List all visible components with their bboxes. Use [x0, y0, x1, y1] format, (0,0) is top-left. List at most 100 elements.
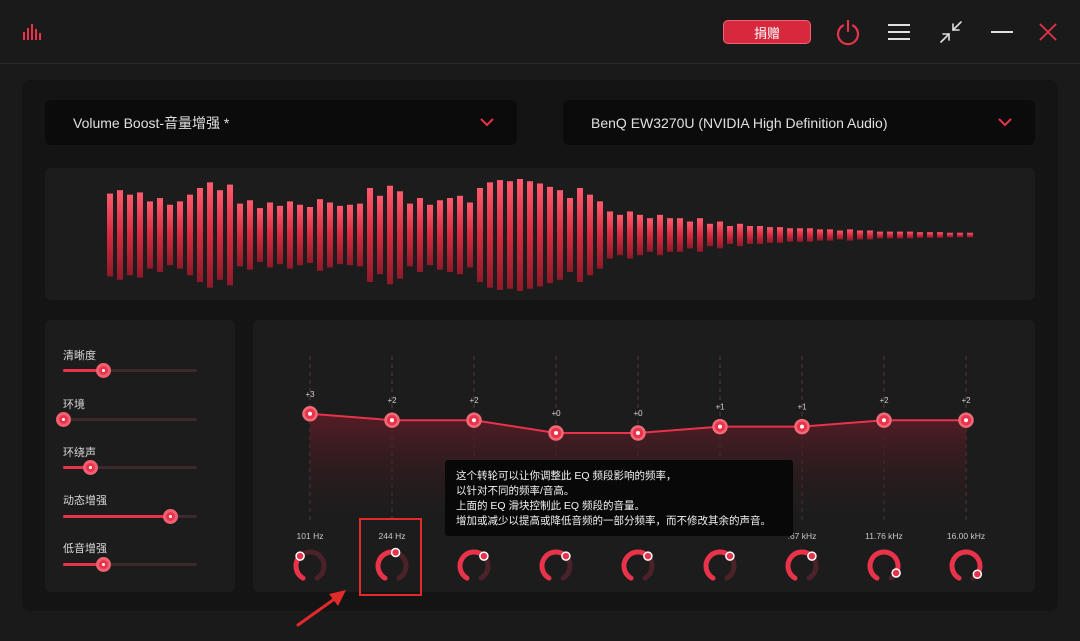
- eq-gain-label: +2: [961, 396, 971, 405]
- slider-label-clarity: 清晰度: [63, 350, 96, 362]
- waveform-bar: [807, 228, 813, 242]
- waveform-bar: [577, 187, 583, 283]
- eq-frequency-dial-knob[interactable]: [479, 551, 489, 561]
- eq-gain-label: +2: [469, 396, 479, 405]
- eq-frequency-label: 11.76 kHz: [865, 531, 903, 541]
- waveform-bar: [737, 223, 743, 247]
- waveform-bar: [347, 204, 353, 266]
- waveform-bar: [727, 226, 733, 244]
- waveform-bar: [427, 204, 433, 266]
- slider-knob[interactable]: [96, 363, 112, 378]
- slider-dynamic-boost[interactable]: [63, 509, 197, 524]
- menu-icon[interactable]: [883, 16, 915, 48]
- waveform-bar: [777, 227, 783, 243]
- minimize-icon[interactable]: [986, 16, 1018, 48]
- eq-dial-tooltip: 这个转轮可以让你调整此 EQ 频段影响的频率， 以针对不同的频率/音高。 上面的…: [445, 460, 793, 536]
- waveform-bar: [767, 227, 773, 243]
- eq-gain-label: +2: [879, 396, 889, 405]
- waveform-bar: [117, 190, 123, 280]
- eq-frequency-dial-knob[interactable]: [561, 551, 571, 561]
- waveform-bar: [257, 208, 263, 262]
- waveform-bar: [267, 202, 273, 268]
- eq-frequency-label: 101 Hz: [297, 531, 324, 541]
- eq-gain-handle-dot: [390, 418, 394, 423]
- slider-knob[interactable]: [56, 412, 71, 427]
- waveform-bar: [477, 187, 483, 283]
- donate-button[interactable]: 捐赠: [723, 20, 811, 44]
- waveform-bar: [647, 218, 653, 252]
- waveform-bar: [937, 232, 943, 238]
- waveform-bar: [507, 181, 513, 289]
- waveform-bar: [377, 195, 383, 275]
- waveform-bar: [107, 193, 113, 277]
- waveform-bar: [917, 232, 923, 238]
- waveform-bar: [827, 229, 833, 241]
- waveform-bar: [747, 226, 753, 244]
- eq-frequency-dial-knob[interactable]: [295, 551, 305, 561]
- eq-gain-handle-dot: [882, 418, 886, 423]
- slider-label-ambience: 环境: [63, 399, 85, 411]
- waveform-bar: [787, 228, 793, 242]
- waveform-bar: [127, 194, 133, 276]
- waveform-bar: [167, 204, 173, 266]
- waveform-bar: [487, 182, 493, 288]
- waveform-bar: [907, 231, 913, 239]
- eq-frequency-dial-knob[interactable]: [807, 551, 817, 561]
- waveform-bar: [387, 185, 393, 285]
- waveform-bar: [397, 191, 403, 279]
- waveform-bar: [677, 218, 683, 252]
- close-icon[interactable]: [1032, 16, 1064, 48]
- waveform-bar: [227, 184, 233, 286]
- waveform-bar: [337, 205, 343, 265]
- shrink-icon[interactable]: [935, 16, 967, 48]
- eq-frequency-dial-knob[interactable]: [891, 568, 901, 578]
- waveform-bar: [287, 201, 293, 269]
- waveform-bar: [517, 179, 523, 291]
- tooltip-line-2: 以针对不同的频率/音高。: [456, 485, 575, 497]
- waveform-bar: [357, 203, 363, 267]
- eq-frequency-dial-knob[interactable]: [972, 569, 983, 579]
- power-icon[interactable]: [832, 16, 864, 48]
- eq-gain-handle-dot: [308, 411, 312, 416]
- waveform-bar: [407, 203, 413, 267]
- waveform-bar: [147, 201, 153, 269]
- waveform-bar: [317, 199, 323, 271]
- device-dropdown[interactable]: BenQ EW3270U (NVIDIA High Definition Aud…: [563, 100, 1035, 145]
- slider-clarity[interactable]: [63, 363, 197, 378]
- waveform-bar: [157, 198, 163, 272]
- waveform-bar: [177, 201, 183, 269]
- waveform-bar: [617, 214, 623, 256]
- slider-knob[interactable]: [82, 460, 98, 475]
- preset-dropdown[interactable]: Volume Boost-音量增强 *: [45, 100, 517, 145]
- eq-frequency-dial-knob[interactable]: [725, 551, 735, 561]
- waveform-bar: [627, 211, 633, 259]
- eq-gain-label: +3: [305, 390, 315, 399]
- slider-surround[interactable]: [63, 460, 197, 475]
- slider-knob[interactable]: [163, 509, 179, 524]
- waveform-bar: [367, 187, 373, 283]
- waveform-bar: [657, 214, 663, 256]
- device-dropdown-value: BenQ EW3270U (NVIDIA High Definition Aud…: [591, 114, 888, 131]
- waveform-bar: [667, 218, 673, 252]
- eq-frequency-dial-knob[interactable]: [643, 551, 653, 561]
- waveform-bar: [897, 231, 903, 239]
- eq-gain-label: +0: [551, 409, 561, 418]
- waveform-bar: [527, 181, 533, 289]
- waveform-bar: [437, 200, 443, 270]
- waveform-bar: [187, 194, 193, 276]
- eq-gain-label: +0: [633, 409, 643, 418]
- eq-gain-label: +1: [715, 403, 725, 412]
- tooltip-line-3: 上面的 EQ 滑块控制此 EQ 频段的音量。: [456, 500, 646, 512]
- slider-ambience[interactable]: [56, 412, 197, 427]
- equalizer-bars-icon: [23, 24, 41, 40]
- waveform-bar: [967, 232, 973, 238]
- slider-label-dynamic-boost: 动态增强: [63, 495, 107, 507]
- waveform-bar: [837, 230, 843, 240]
- waveform-bar: [847, 229, 853, 241]
- slider-bass-boost[interactable]: [63, 557, 197, 572]
- eq-gain-handle-dot: [800, 424, 804, 429]
- title-bar: 捐赠: [0, 0, 1080, 64]
- waveform-bar: [247, 200, 253, 270]
- eq-gain-label: +2: [387, 396, 397, 405]
- slider-knob[interactable]: [96, 557, 112, 572]
